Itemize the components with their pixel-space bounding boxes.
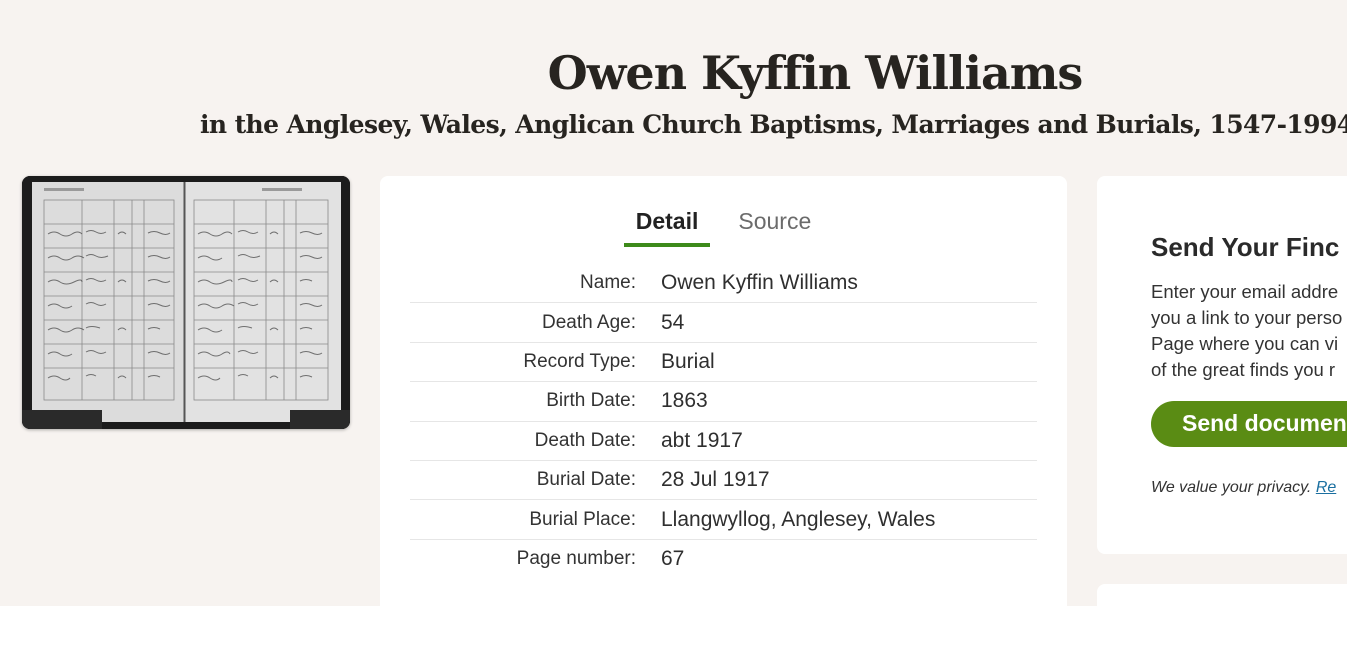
privacy-text: We value your privacy.: [1151, 479, 1316, 496]
field-row-burial-date: Burial Date: 28 Jul 1917: [410, 461, 1037, 501]
record-image-thumbnail[interactable]: [22, 176, 350, 429]
description-line: you a link to your perso: [1151, 307, 1343, 328]
register-book-image: [22, 176, 350, 429]
send-document-button[interactable]: Send documen: [1151, 401, 1347, 447]
tab-source[interactable]: Source: [726, 208, 823, 247]
send-card-title: Send Your Finc: [1151, 232, 1340, 262]
field-row-birth-date: Birth Date: 1863: [410, 382, 1037, 422]
field-value: 67: [661, 547, 685, 571]
field-row-page-number: Page number: 67: [410, 540, 1037, 579]
field-label: Page number:: [516, 548, 636, 570]
field-row-name: Name: Owen Kyffin Williams: [410, 264, 1037, 304]
record-detail-card: Detail Source Name: Owen Kyffin Williams…: [380, 176, 1067, 626]
send-findings-card: Send Your Finc Enter your email addre yo…: [1097, 176, 1347, 554]
description-line: Page where you can vi: [1151, 333, 1339, 354]
secondary-card: [1097, 584, 1347, 644]
field-row-death-age: Death Age: 54: [410, 303, 1037, 343]
record-fields: Name: Owen Kyffin Williams Death Age: 54…: [410, 264, 1037, 579]
field-label: Death Age:: [541, 311, 636, 333]
record-tabs: Detail Source: [380, 208, 1067, 247]
field-value: 54: [661, 310, 685, 334]
field-value: Llangwyllog, Anglesey, Wales: [661, 507, 936, 531]
description-line: Enter your email addre: [1151, 281, 1339, 302]
field-row-death-date: Death Date: abt 1917: [410, 422, 1037, 461]
page-subtitle: in the Anglesey, Wales, Anglican Church …: [200, 110, 1347, 139]
description-line: of the great finds you r: [1151, 359, 1336, 380]
field-row-burial-place: Burial Place: Llangwyllog, Anglesey, Wal…: [410, 500, 1037, 540]
page-title: Owen Kyffin Williams: [547, 46, 1084, 100]
privacy-link[interactable]: Re: [1316, 479, 1336, 496]
tab-detail[interactable]: Detail: [623, 208, 711, 247]
field-label: Name:: [580, 272, 636, 294]
field-value: Owen Kyffin Williams: [661, 271, 858, 295]
field-label: Record Type:: [523, 350, 636, 372]
privacy-note: We value your privacy. Re: [1151, 479, 1336, 497]
field-label: Death Date:: [534, 429, 636, 451]
field-label: Burial Date:: [536, 469, 636, 491]
field-label: Burial Place:: [529, 508, 636, 530]
field-value: abt 1917: [661, 428, 743, 452]
field-label: Birth Date:: [546, 390, 636, 412]
field-value: 1863: [661, 389, 708, 413]
send-card-description: Enter your email addre you a link to you…: [1151, 279, 1347, 383]
field-row-record-type: Record Type: Burial: [410, 343, 1037, 383]
field-value: 28 Jul 1917: [661, 468, 770, 492]
field-value: Burial: [661, 349, 715, 373]
